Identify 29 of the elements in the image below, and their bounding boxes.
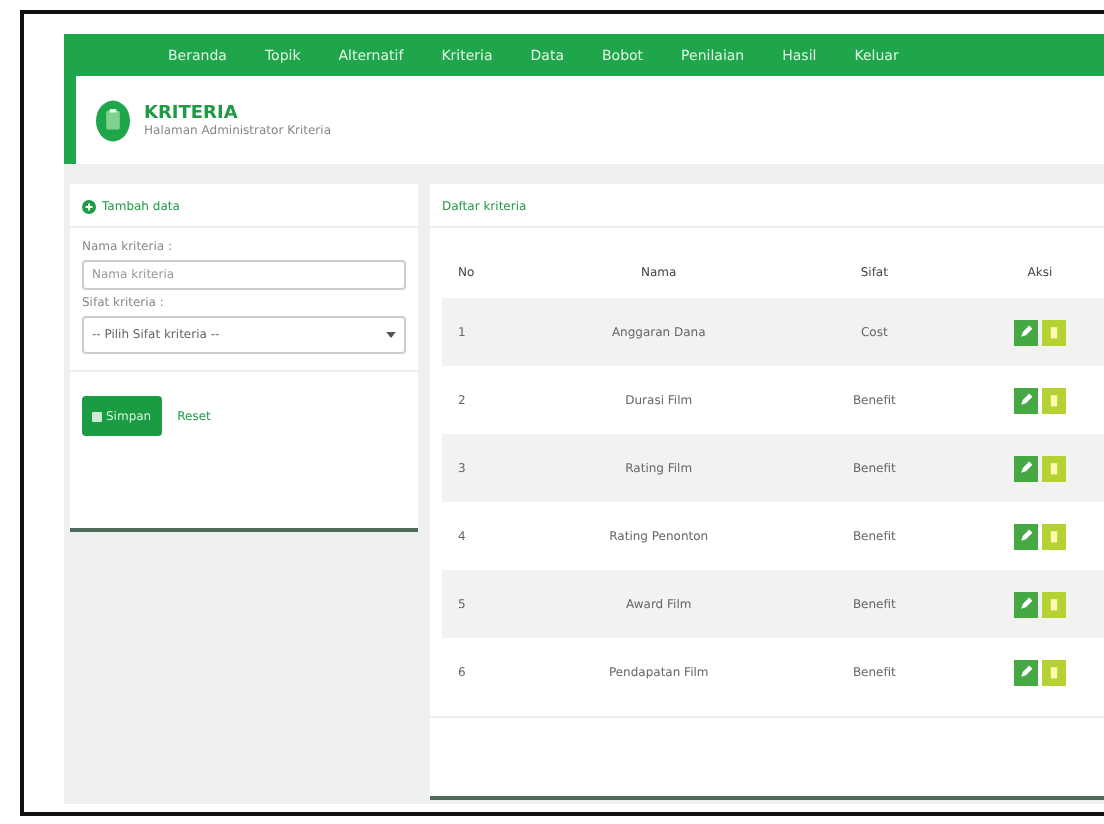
edit-button[interactable] <box>1013 523 1038 549</box>
trash-icon <box>1045 324 1062 340</box>
clipboard-icon <box>96 99 130 141</box>
delete-button[interactable] <box>1041 455 1066 481</box>
pencil-icon <box>1017 460 1034 476</box>
trash-icon <box>1045 596 1062 612</box>
pencil-icon <box>1017 528 1034 544</box>
delete-button[interactable] <box>1041 319 1066 345</box>
save-icon <box>92 411 102 421</box>
page-title: KRITERIA <box>144 103 240 123</box>
edit-button[interactable] <box>1013 659 1038 685</box>
trash-icon <box>1045 664 1062 680</box>
edit-button[interactable] <box>1013 591 1038 617</box>
pencil-icon <box>1017 392 1034 408</box>
edit-button[interactable] <box>1013 387 1038 413</box>
edit-button[interactable] <box>1013 455 1038 481</box>
plus-circle-icon <box>82 200 96 214</box>
trash-icon <box>1045 528 1062 544</box>
trash-icon <box>1045 392 1062 408</box>
pencil-icon <box>1017 324 1034 340</box>
delete-button[interactable] <box>1041 591 1066 617</box>
caret-icon <box>386 332 396 338</box>
delete-button[interactable] <box>1041 523 1066 549</box>
delete-button[interactable] <box>1041 659 1066 685</box>
trash-icon <box>1045 460 1062 476</box>
delete-button[interactable] <box>1041 387 1066 413</box>
edit-button[interactable] <box>1013 319 1038 345</box>
pencil-icon <box>1017 596 1034 612</box>
pencil-icon <box>1017 664 1034 680</box>
